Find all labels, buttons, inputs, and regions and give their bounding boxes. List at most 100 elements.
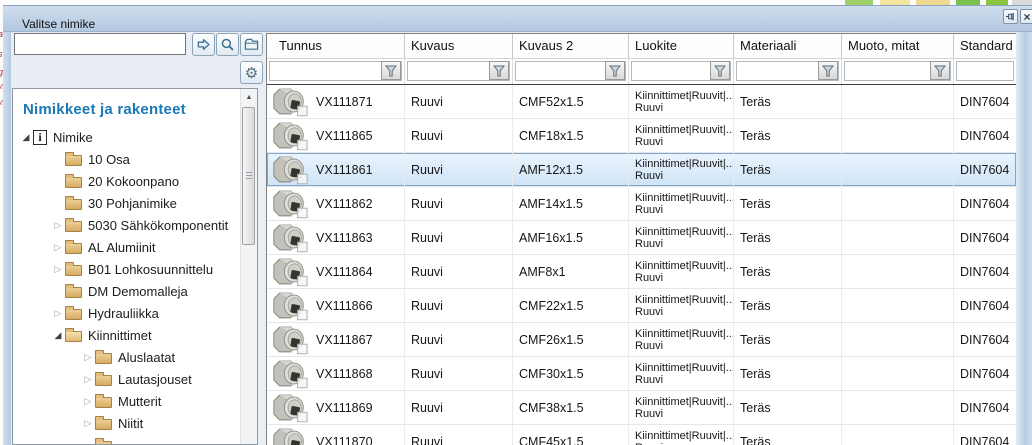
table-row[interactable]: VX111871 Ruuvi CMF52x1.5 Kiinnittimet|Ru… (267, 85, 1016, 119)
tree-expander-icon[interactable]: ▷ (51, 265, 65, 274)
table-row[interactable]: VX111862 Ruuvi AMF14x1.5 Kiinnittimet|Ru… (267, 187, 1016, 221)
part-id: VX111866 (316, 299, 373, 313)
filter-funnel-button[interactable] (381, 61, 401, 80)
tree-item[interactable]: ◢ Kiinnittimet (13, 324, 257, 346)
close-button[interactable]: × (1020, 9, 1032, 24)
scrollbar-thumb[interactable] (242, 107, 255, 245)
part-classification: Kiinnittimet|Ruuvit|... Ruuvi (635, 430, 734, 445)
table-row[interactable]: VX111867 Ruuvi CMF26x1.5 Kiinnittimet|Ru… (267, 323, 1016, 357)
tree-scrollbar[interactable]: ▲ (240, 89, 257, 444)
search-button[interactable] (216, 33, 239, 56)
filter-cell (513, 59, 629, 84)
part-thumbnail-icon (271, 154, 309, 185)
folder-icon (95, 397, 112, 408)
folder-icon (65, 331, 82, 342)
pin-icon (1005, 11, 1016, 22)
tree-item[interactable]: DM Demomalleja (13, 280, 257, 302)
filter-funnel-button[interactable] (818, 61, 838, 80)
part-description2: CMF52x1.5 (519, 95, 584, 109)
folder-icon (65, 243, 82, 254)
part-description2: CMF22x1.5 (519, 299, 584, 313)
tree-expander-icon[interactable]: ▷ (81, 375, 95, 384)
search-input[interactable] (14, 33, 186, 55)
part-description2: CMF26x1.5 (519, 333, 584, 347)
tree-item[interactable]: 10 Osa (13, 148, 257, 170)
table-row[interactable]: VX111861 Ruuvi AMF12x1.5 Kiinnittimet|Ru… (267, 153, 1016, 187)
tree-item[interactable]: ◢ i Nimike (13, 126, 257, 148)
tree-item[interactable]: ▷ Lautasjouset (13, 368, 257, 390)
part-material: Teräs (740, 299, 771, 313)
column-header-luokite[interactable]: Luokite (629, 34, 734, 58)
dialog-left-border (3, 32, 11, 445)
grid-rows: VX111871 Ruuvi CMF52x1.5 Kiinnittimet|Ru… (267, 85, 1016, 445)
tree-item[interactable]: ▷ 5030 Sähkökomponentit (13, 214, 257, 236)
go-button[interactable] (192, 33, 215, 56)
filter-cell (629, 59, 734, 84)
part-description: Ruuvi (411, 163, 443, 177)
tree-expander-icon[interactable]: ▷ (51, 243, 65, 252)
part-material: Teräs (740, 265, 771, 279)
tree-item[interactable]: ▷ AL Alumiinit (13, 236, 257, 258)
tree-item-label: 5030 Sähkökomponentit (88, 218, 228, 233)
table-row[interactable]: VX111868 Ruuvi CMF30x1.5 Kiinnittimet|Ru… (267, 357, 1016, 391)
column-header-tunnus[interactable]: Tunnus (267, 34, 405, 58)
funnel-icon (714, 65, 726, 77)
filter-input-standard[interactable] (956, 61, 1014, 81)
tree-item[interactable]: ▷ Mutterit (13, 390, 257, 412)
table-row[interactable]: VX111870 Ruuvi CMF45x1.5 Kiinnittimet|Ru… (267, 425, 1016, 445)
magnifier-icon (220, 37, 235, 52)
tree-list: ◢ i Nimike 10 Osa 20 Kokoonpano 30 Pohja… (13, 126, 257, 445)
browse-button[interactable] (240, 33, 263, 56)
info-icon: i (33, 130, 47, 145)
tree-expander-icon[interactable]: ▷ (81, 397, 95, 406)
tree-item[interactable]: 20 Kokoonpano (13, 170, 257, 192)
column-header-standard[interactable]: Standard (954, 34, 1016, 58)
tree-item[interactable]: 30 Pohjanimike (13, 192, 257, 214)
part-id: VX111863 (316, 231, 373, 245)
folder-icon (65, 265, 82, 276)
settings-button[interactable]: ⚙ (240, 61, 263, 84)
filter-funnel-button[interactable] (489, 61, 509, 80)
folder-icon (65, 199, 82, 210)
tree-item[interactable]: ▷ Niitit (13, 412, 257, 434)
tree-expander-icon[interactable]: ▷ (51, 221, 65, 230)
part-thumbnail-icon (271, 120, 309, 151)
part-thumbnail-icon (271, 324, 309, 355)
part-description: Ruuvi (411, 197, 443, 211)
tree-item[interactable] (13, 434, 257, 445)
cell-tunnus: VX111861 (267, 153, 405, 186)
part-classification: Kiinnittimet|Ruuvit|... Ruuvi (635, 396, 734, 420)
pin-button[interactable] (1003, 9, 1018, 24)
filter-funnel-button[interactable] (930, 61, 950, 80)
column-header-kuvaus2[interactable]: Kuvaus 2 (513, 34, 629, 58)
column-header-kuvaus[interactable]: Kuvaus (405, 34, 513, 58)
tree-expander-icon[interactable]: ▷ (51, 309, 65, 318)
filter-funnel-button[interactable] (605, 61, 625, 80)
tree-expander-icon[interactable]: ▷ (81, 353, 95, 362)
tree-expander-icon[interactable]: ◢ (19, 133, 33, 142)
grid-header-row: Tunnus Kuvaus Kuvaus 2 Luokite Materiaal… (267, 34, 1016, 59)
arrow-right-icon (196, 37, 211, 52)
scrollbar-up-button[interactable]: ▲ (241, 89, 257, 105)
folder-icon (65, 287, 82, 298)
tree-item-label: 30 Pohjanimike (88, 196, 177, 211)
table-row[interactable]: VX111866 Ruuvi CMF22x1.5 Kiinnittimet|Ru… (267, 289, 1016, 323)
table-row[interactable]: VX111865 Ruuvi CMF18x1.5 Kiinnittimet|Ru… (267, 119, 1016, 153)
table-row[interactable]: VX111864 Ruuvi AMF8x1 Kiinnittimet|Ruuvi… (267, 255, 1016, 289)
tree-item[interactable]: ▷ Aluslaatat (13, 346, 257, 368)
column-header-muoto[interactable]: Muoto, mitat (842, 34, 954, 58)
tree-item-label: Niitit (118, 416, 143, 431)
tree-item-label: Kiinnittimet (88, 328, 152, 343)
tree-item[interactable]: ▷ B01 Lohkosuunnittelu (13, 258, 257, 280)
table-row[interactable]: VX111869 Ruuvi CMF38x1.5 Kiinnittimet|Ru… (267, 391, 1016, 425)
tree-expander-icon[interactable]: ▷ (81, 419, 95, 428)
tree-item-label: 20 Kokoonpano (88, 174, 179, 189)
filter-cell (842, 59, 954, 84)
filter-funnel-button[interactable] (710, 61, 730, 80)
tree-item[interactable]: ▷ Hydrauliikka (13, 302, 257, 324)
column-header-materiaali[interactable]: Materiaali (734, 34, 842, 58)
part-standard: DIN7604 (960, 197, 1009, 211)
table-row[interactable]: VX111863 Ruuvi AMF16x1.5 Kiinnittimet|Ru… (267, 221, 1016, 255)
tree-expander-icon[interactable]: ◢ (51, 331, 65, 340)
dialog-titlebar[interactable]: Valitse nimike (3, 5, 1032, 32)
